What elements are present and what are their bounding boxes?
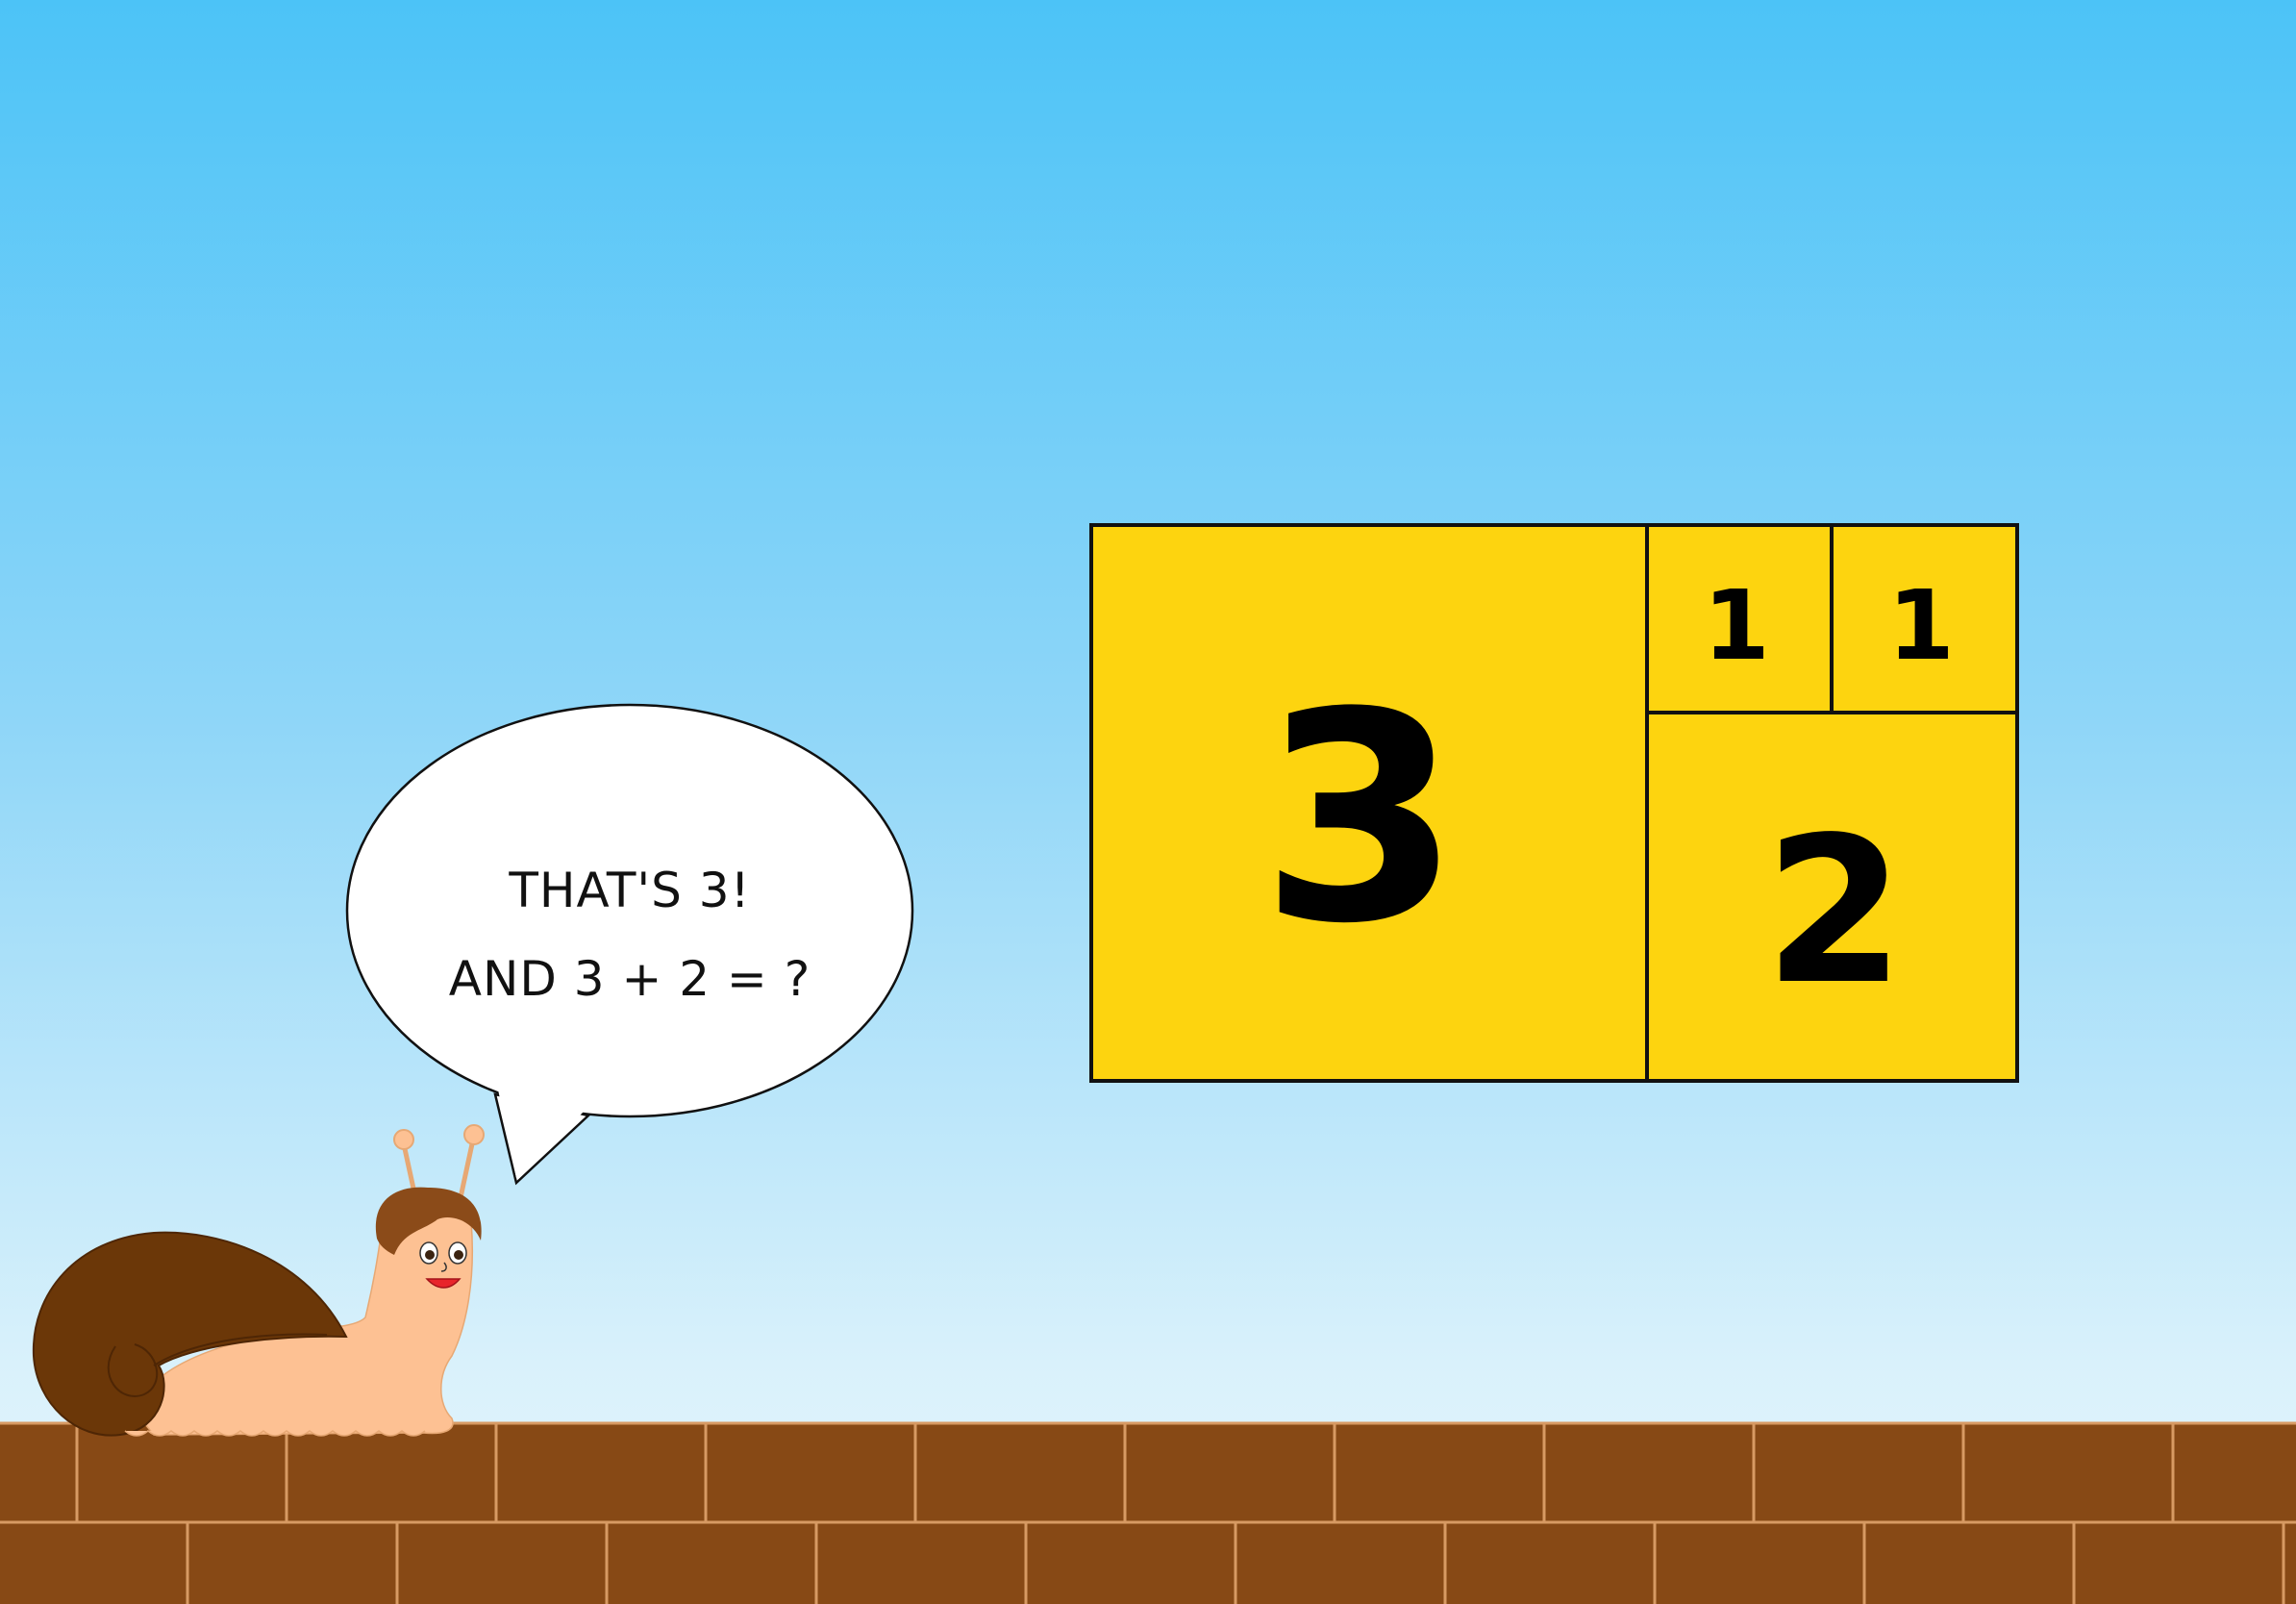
right-antenna-tip xyxy=(463,1124,485,1145)
snail-character[interactable] xyxy=(32,1124,485,1437)
tile-1-right-label: 1 xyxy=(1887,569,1955,682)
tile-1-left-label: 1 xyxy=(1703,569,1770,682)
game-scene: 3 1 1 2 xyxy=(0,523,2296,1604)
speech-line-2: AND 3 + 2 = ? xyxy=(448,951,811,1007)
speech-line-1: THAT'S 3! xyxy=(509,863,751,918)
tile-3-label: 3 xyxy=(1260,651,1461,987)
left-antenna-tip xyxy=(393,1129,414,1150)
fibonacci-tiles: 3 1 1 2 xyxy=(1089,523,2019,1083)
brick-ground xyxy=(0,1421,2296,1604)
tile-2-label: 2 xyxy=(1764,793,1905,1029)
speech-text: THAT'S 3! AND 3 + 2 = ? xyxy=(404,846,856,1023)
